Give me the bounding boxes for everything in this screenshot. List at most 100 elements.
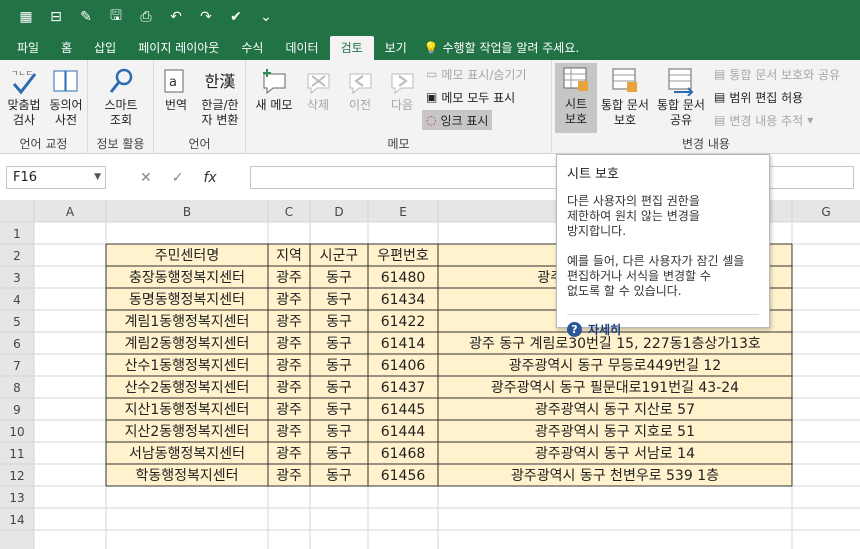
table-cell: 광주 — [276, 336, 302, 352]
table-cell: 61414 — [381, 336, 426, 352]
save-icon[interactable]: 🖫 — [104, 5, 128, 29]
print-preview-icon[interactable]: ⎙ — [134, 5, 158, 29]
group-label-proofing: 언어 교정 — [19, 137, 68, 151]
protect-workbook-button[interactable]: 통합 문서 보호 — [598, 64, 652, 128]
track-changes-button[interactable]: ▤ 변경 내용 추적 ▾ — [714, 110, 813, 130]
table-cell: 계림1동행정복지센터 — [125, 314, 250, 330]
thesaurus-icon — [46, 64, 86, 98]
new-comment-button[interactable]: 새 메모 — [252, 64, 296, 113]
show-ink-button[interactable]: ◌ 잉크 표시 — [422, 110, 493, 130]
format-painter-icon[interactable]: ✎ — [74, 5, 98, 29]
row-header-13: 13 — [9, 491, 24, 505]
spell-check-button[interactable]: ㄱㄴㄷ 맞춤법 검사 — [4, 64, 44, 128]
tab-0[interactable]: 파일 — [6, 36, 50, 60]
row-header-10: 10 — [9, 425, 24, 439]
share-workbook-icon — [654, 64, 708, 98]
excel-icon: ▦ — [19, 9, 33, 25]
spell-check-icon: ㄱㄴㄷ — [4, 64, 44, 98]
table-cell: 광주 — [276, 402, 302, 418]
customize-qat-icon[interactable]: ⌄ — [254, 5, 278, 29]
group-changes: 시트 보호 통합 문서 보호 통합 문서 공유 ▤ 통합 문서 보호와 공유 ▤ 범… — [552, 60, 860, 154]
tab-1[interactable]: 홈 — [50, 36, 83, 60]
previous-comment-button[interactable]: 이전 — [340, 64, 380, 113]
table-header-cell: 시군구 — [320, 248, 359, 264]
table-cell: 동구 — [326, 446, 352, 462]
tooltip-title: 시트 보호 — [567, 167, 619, 182]
row-header-9: 9 — [13, 403, 21, 417]
protect-share-workbook-button[interactable]: ▤ 통합 문서 보호와 공유 — [714, 64, 840, 84]
tab-7[interactable]: 보기 — [374, 36, 418, 60]
table-cell: 동구 — [326, 468, 352, 484]
enter-icon[interactable]: ✓ — [172, 170, 184, 186]
row-header-14: 14 — [9, 513, 24, 527]
tooltip-tell-me-more[interactable]: ? 자세히 — [567, 314, 759, 338]
protect-workbook-icon — [598, 64, 652, 98]
column-header-B: B — [183, 205, 191, 219]
spelling-icon[interactable]: ✔ — [224, 5, 248, 29]
table-cell: 계림2동행정복지센터 — [125, 336, 250, 352]
formula-bar-icons: ✕ ✓ fx — [140, 166, 217, 189]
thesaurus-label: 동의어 사전 — [49, 98, 83, 127]
column-header-A: A — [66, 205, 75, 219]
quick-access-toolbar: ▦ ⊟ ✎ 🖫 ⎙ ↶ ↷ ✔ ⌄ — [0, 0, 860, 34]
table-cell: 지산1동행정복지센터 — [125, 402, 250, 418]
name-box[interactable]: F16 ▼ — [6, 166, 106, 189]
smart-lookup-button[interactable]: 스마트 조회 — [96, 64, 146, 128]
show-hide-comment-label: 메모 표시/숨기기 — [441, 67, 527, 82]
previous-comment-icon — [340, 64, 380, 98]
tab-5[interactable]: 데이터 — [274, 36, 329, 60]
table-header-cell: 지역 — [276, 248, 302, 264]
table-cell: 동구 — [326, 358, 352, 374]
table-cell: 61434 — [381, 292, 426, 308]
cancel-icon[interactable]: ✕ — [140, 170, 152, 186]
table-cell: 61468 — [381, 446, 426, 462]
delete-comment-button[interactable]: 삭제 — [298, 64, 338, 113]
translate-label: 번역 — [164, 98, 188, 112]
translate-icon: a — [158, 64, 194, 98]
autosave-icon[interactable]: ⊟ — [44, 5, 68, 29]
allow-edit-ranges-button[interactable]: ▤ 범위 편집 허용 — [714, 87, 803, 107]
show-hide-comment-icon: ▭ — [426, 67, 438, 81]
row-header-7: 7 — [13, 359, 21, 373]
tab-2[interactable]: 삽입 — [83, 36, 127, 60]
share-workbook-button[interactable]: 통합 문서 공유 — [654, 64, 708, 128]
show-hide-comment-button[interactable]: ▭ 메모 표시/숨기기 — [426, 64, 526, 84]
tab-3[interactable]: 페이지 레이아웃 — [127, 36, 230, 60]
table-cell: 광주광역시 동구 무등로449번길 12 — [509, 358, 721, 374]
tell-me-search[interactable]: 💡 수행할 작업을 알려 주세요. — [424, 36, 579, 60]
table-cell: 동명동행정복지센터 — [129, 292, 245, 308]
new-comment-label: 새 메모 — [255, 98, 293, 112]
table-cell: 광주 — [276, 380, 302, 396]
undo-icon[interactable]: ↶ — [164, 5, 188, 29]
redo-icon[interactable]: ↷ — [194, 5, 218, 29]
allow-edit-ranges-label: 범위 편집 허용 — [729, 90, 804, 105]
insert-function-icon[interactable]: fx — [203, 170, 216, 186]
name-box-dropdown-icon[interactable]: ▼ — [94, 172, 101, 182]
column-header-G: G — [821, 205, 830, 219]
table-cell: 산수2동행정복지센터 — [125, 380, 250, 396]
ribbon-tabs: 파일 홈 삽입 페이지 레이아웃 수식 데이터 검토 보기 💡 수행할 작업을 알려 주세요. — [0, 34, 860, 60]
group-comments: 새 메모 삭제 이전 다음 ▭ 메모 표시/숨기기 ▣ 메모 모두 표시 ◌ 잉크 표… — [246, 60, 552, 154]
thesaurus-button[interactable]: 동의어 사전 — [46, 64, 86, 128]
protect-sheet-button[interactable]: 시트 보호 — [555, 63, 597, 133]
table-cell: 동구 — [326, 292, 352, 308]
protect-share-label: 통합 문서 보호와 공유 — [729, 67, 841, 82]
hanja-convert-button[interactable]: 한漢 한글/한 자 변환 — [196, 64, 244, 128]
show-all-comments-button[interactable]: ▣ 메모 모두 표시 — [426, 87, 515, 107]
table-cell: 지산2동행정복지센터 — [125, 424, 250, 440]
table-cell: 광주광역시 동구 필문대로191번길 43-24 — [491, 380, 739, 396]
tab-6[interactable]: 검토 — [329, 36, 374, 60]
group-label-language: 언어 — [188, 137, 211, 151]
translate-button[interactable]: a 번역 — [158, 64, 194, 113]
table-header-cell: 주민센터명 — [155, 248, 219, 264]
table-cell: 광주 — [276, 270, 302, 286]
row-header-8: 8 — [13, 381, 21, 395]
table-cell: 충장동행정복지센터 — [129, 270, 245, 286]
name-box-value: F16 — [13, 170, 38, 185]
table-cell: 광주 동구 계림로30번길 15, 227동1층상가13호 — [469, 336, 761, 352]
table-cell: 동구 — [326, 380, 352, 396]
row-header-2: 2 — [13, 249, 21, 263]
next-comment-button[interactable]: 다음 — [382, 64, 422, 113]
tab-4[interactable]: 수식 — [230, 36, 274, 60]
column-header-D: D — [334, 205, 343, 219]
